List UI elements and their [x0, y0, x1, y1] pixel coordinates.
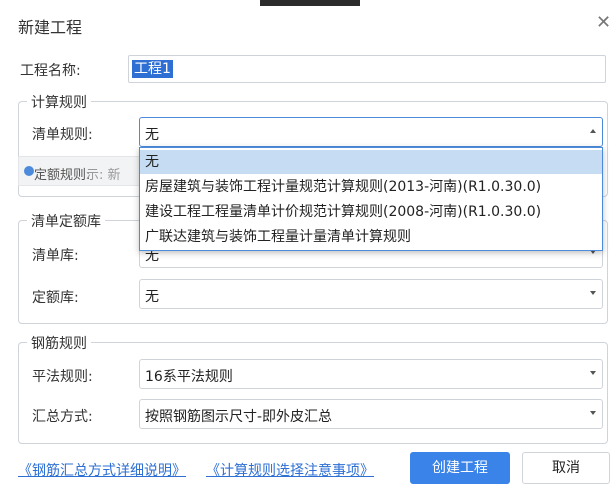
calc-rules-link[interactable]: 《计算规则选择注意事项》 [206, 460, 374, 480]
summary-value: 按照钢筋图示尺寸-即外皮汇总 [145, 409, 333, 425]
list-rule-value: 无 [145, 127, 159, 143]
rebar-rules-title: 钢筋规则 [27, 333, 91, 353]
chevron-up-icon [590, 129, 596, 133]
list-rule-dropdown: 无 房屋建筑与装饰工程计量规范计算规则(2013-河南)(R1.0.30.0) … [139, 147, 603, 251]
list-rule-label: 清单规则: [32, 127, 93, 143]
quota-lib-title: 清单定额库 [27, 211, 105, 231]
summary-label: 汇总方式: [32, 409, 93, 425]
list-rule-select[interactable]: 无 [139, 117, 603, 147]
dropdown-option[interactable]: 广联达建筑与装饰工程量计量清单计算规则 [140, 225, 602, 249]
project-name-label: 工程名称: [20, 63, 81, 79]
dialog-title: 新建工程 [18, 18, 83, 37]
flat-rule-select[interactable]: 16系平法规则 [139, 359, 603, 389]
project-name-input[interactable]: 工程1 [128, 55, 606, 83]
quota-lib-label: 定额库: [32, 290, 79, 306]
calc-rules-title: 计算规则 [27, 92, 91, 112]
list-lib-label: 清单库: [32, 248, 79, 264]
dropdown-option[interactable]: 无 [140, 150, 602, 174]
chevron-down-icon [590, 371, 596, 375]
flat-rule-label: 平法规则: [32, 369, 93, 385]
create-project-button[interactable]: 创建工程 [410, 452, 510, 484]
background-window [260, 0, 360, 6]
info-icon [24, 166, 34, 176]
cancel-button[interactable]: 取消 [522, 452, 610, 484]
project-name-value: 工程1 [132, 60, 173, 78]
close-icon[interactable]: ✕ [596, 12, 610, 33]
chevron-down-icon [590, 411, 596, 415]
quota-rule-hint: 示: 新 [86, 168, 121, 183]
rebar-summary-link[interactable]: 《钢筋汇总方式详细说明》 [18, 460, 186, 480]
dropdown-option[interactable]: 建设工程工程量清单计价规范计算规则(2008-河南)(R1.0.30.0) [140, 200, 602, 224]
quota-lib-select[interactable]: 无 [139, 279, 603, 309]
chevron-down-icon [590, 291, 596, 295]
window-top-strip [0, 0, 610, 6]
flat-rule-value: 16系平法规则 [145, 369, 233, 385]
quota-rule-label: 定额规则: [34, 168, 91, 183]
summary-select[interactable]: 按照钢筋图示尺寸-即外皮汇总 [139, 399, 603, 429]
dropdown-option[interactable]: 房屋建筑与装饰工程计量规范计算规则(2013-河南)(R1.0.30.0) [140, 175, 602, 199]
quota-lib-value: 无 [145, 289, 159, 305]
